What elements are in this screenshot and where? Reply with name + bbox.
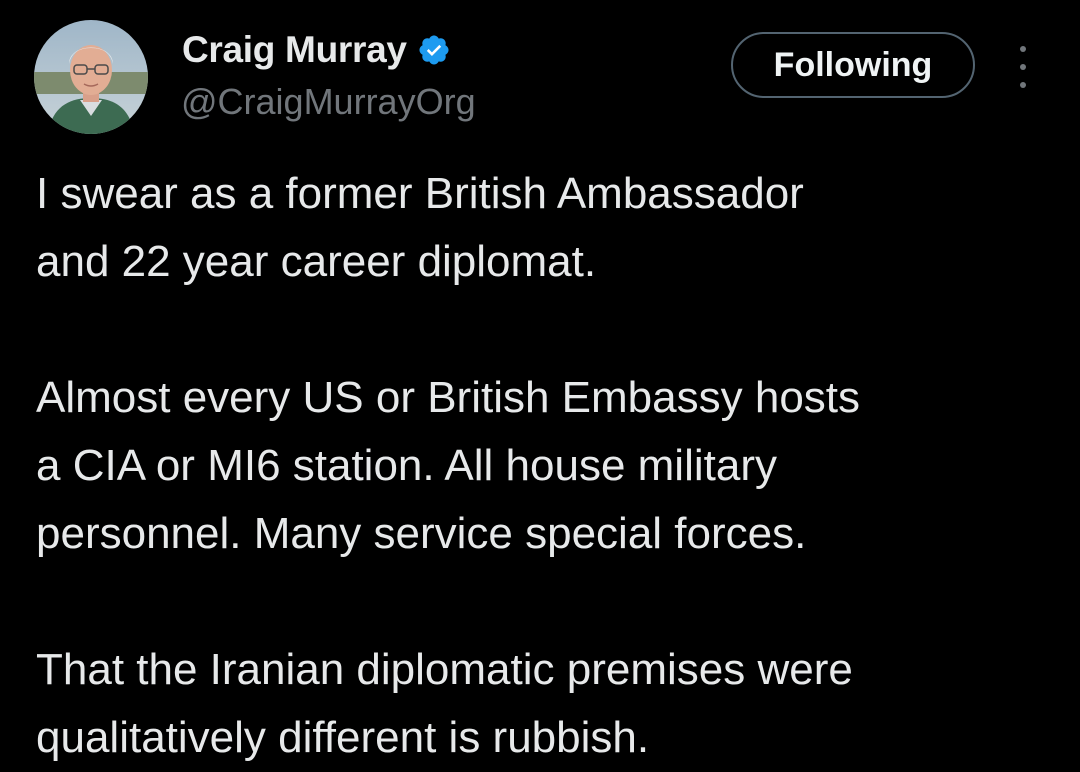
author-name-row: Craig Murray: [182, 28, 451, 72]
tweet-paragraph: I swear as a former British Ambassador a…: [36, 169, 804, 286]
avatar[interactable]: [34, 20, 148, 134]
tweet-paragraph: That the Iranian diplomatic premises wer…: [36, 645, 853, 762]
tweet-paragraph: Almost every US or British Embassy hosts…: [36, 373, 861, 558]
author-name[interactable]: Craig Murray: [182, 28, 407, 72]
avatar-image: [34, 20, 148, 134]
tweet: Craig Murray @CraigMurrayOrg Following I…: [0, 0, 1080, 768]
more-options-dot: [1020, 82, 1026, 88]
tweet-text: I swear as a former British Ambassador a…: [36, 160, 1056, 772]
author-handle[interactable]: @CraigMurrayOrg: [181, 80, 476, 124]
verified-badge-icon: [417, 33, 451, 67]
following-button[interactable]: Following: [731, 32, 975, 98]
more-options-dot: [1020, 64, 1026, 70]
more-options-dot: [1020, 46, 1026, 52]
more-options-icon[interactable]: [1006, 42, 1040, 92]
